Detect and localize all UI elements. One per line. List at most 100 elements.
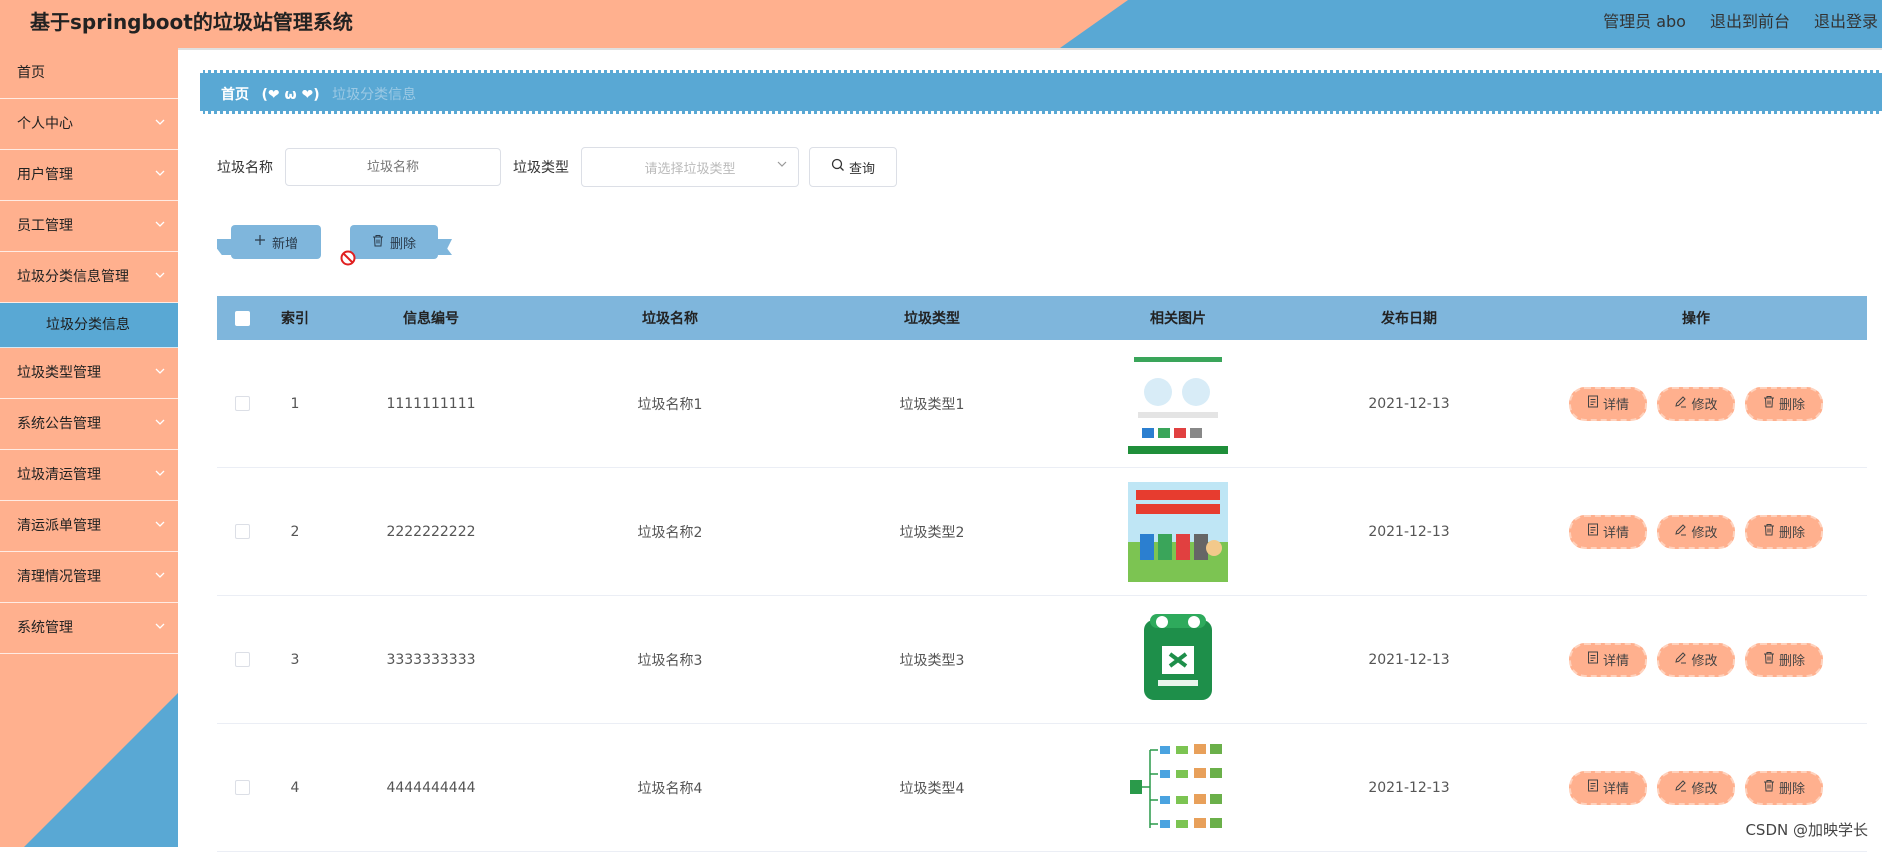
row-thumbnail <box>1128 481 1228 582</box>
cell-type: 垃圾类型4 <box>899 780 965 797</box>
sidebar-item[interactable]: 垃圾清运管理 <box>0 450 178 501</box>
query-button[interactable]: 查询 <box>809 147 897 187</box>
add-button-label: 新增 <box>271 236 298 252</box>
table-body: 1 1111111111 垃圾名称1 垃圾类型1 2021-12-13 详情 修改 删除 2 22… <box>217 340 1867 852</box>
batch-delete-label: 删除 <box>389 236 416 252</box>
column-header: 操作 <box>1682 311 1710 327</box>
table-row: 3 3333333333 垃圾名称3 垃圾类型3 2021-12-13 详情 修改 删除 <box>217 596 1867 724</box>
edit-label: 修改 <box>1691 782 1718 797</box>
cell-name: 垃圾名称4 <box>637 780 703 797</box>
sidebar-item[interactable]: 清理情况管理 <box>0 552 178 603</box>
sidebar-item-label: 系统管理 <box>17 620 73 636</box>
ribbon-tail <box>436 239 452 255</box>
sidebar-item[interactable]: 垃圾类型管理 <box>0 348 178 399</box>
cell-code: 1111111111 <box>386 395 476 412</box>
sidebar-item-label: 垃圾分类信息 <box>46 317 130 333</box>
detail-label: 详情 <box>1602 654 1629 669</box>
name-search-input[interactable] <box>285 148 501 186</box>
cell-name: 垃圾名称1 <box>637 396 703 413</box>
detail-button[interactable]: 详情 <box>1569 386 1647 421</box>
cell-code: 2222222222 <box>386 523 476 540</box>
sidebar-item[interactable]: 垃圾分类信息管理 <box>0 252 178 303</box>
sidebar: 首页 个人中心 用户管理员工管理垃圾分类信息管理垃圾分类信息垃圾类型管理 系统公告管理… <box>0 48 178 847</box>
cell-type: 垃圾类型2 <box>899 524 965 541</box>
trash-icon <box>1763 779 1775 796</box>
trash-icon <box>1763 651 1775 668</box>
detail-button[interactable]: 详情 <box>1569 514 1647 549</box>
pencil-icon <box>1674 651 1687 668</box>
cell-index: 1 <box>290 395 300 412</box>
add-button[interactable]: 新增 <box>217 225 335 259</box>
edit-button[interactable]: 修改 <box>1657 514 1735 549</box>
sidebar-item[interactable]: 用户管理 <box>0 150 178 201</box>
row-checkbox[interactable] <box>234 652 250 667</box>
detail-button[interactable]: 详情 <box>1569 770 1647 805</box>
sidebar-item-label: 员工管理 <box>17 218 73 234</box>
search-icon <box>831 158 845 176</box>
header-shadow <box>0 48 1882 50</box>
edit-label: 修改 <box>1691 398 1718 413</box>
delete-button[interactable]: 删除 <box>1745 770 1823 805</box>
row-checkbox[interactable] <box>234 524 250 539</box>
user-label: 管理员 abo <box>1603 12 1686 31</box>
breadcrumb: 首页 (❤ ω ❤) 垃圾分类信息 <box>200 70 1882 114</box>
trash-icon <box>1763 523 1775 540</box>
search-bar: 垃圾名称 垃圾类型 请选择垃圾类型 查询 <box>217 147 897 187</box>
delete-button[interactable]: 删除 <box>1745 386 1823 421</box>
sidebar-item[interactable]: 清运派单管理 <box>0 501 178 552</box>
type-field-label: 垃圾类型 <box>513 160 569 176</box>
chevron-down-icon <box>154 552 166 602</box>
sidebar-item-label: 垃圾分类信息管理 <box>17 269 129 285</box>
column-header: 相关图片 <box>1150 311 1206 327</box>
app-title: 基于springboot的垃圾站管理系统 <box>30 10 353 34</box>
pencil-icon <box>1674 395 1687 412</box>
select-all-checkbox[interactable] <box>234 310 250 326</box>
pencil-icon <box>1674 523 1687 540</box>
document-icon <box>1587 651 1599 668</box>
column-header: 发布日期 <box>1381 311 1437 327</box>
sidebar-subitem[interactable]: 垃圾分类信息 <box>0 303 178 348</box>
breadcrumb-home[interactable]: 首页 <box>221 87 249 103</box>
trash-icon <box>1763 395 1775 412</box>
cell-code: 4444444444 <box>386 779 476 796</box>
row-checkbox[interactable] <box>234 396 250 411</box>
sidebar-item[interactable]: 系统管理 <box>0 603 178 654</box>
edit-label: 修改 <box>1691 526 1718 541</box>
delete-button[interactable]: 删除 <box>1745 514 1823 549</box>
sidebar-item-label: 清运派单管理 <box>17 518 101 534</box>
watermark: CSDN @加映学长 <box>1745 821 1868 839</box>
edit-label: 修改 <box>1691 654 1718 669</box>
delete-label: 删除 <box>1778 782 1805 797</box>
sidebar-item[interactable]: 个人中心 <box>0 99 178 150</box>
sidebar-menu: 首页 个人中心 用户管理员工管理垃圾分类信息管理垃圾分类信息垃圾类型管理 系统公告管理… <box>0 48 178 654</box>
column-header: 信息编号 <box>403 311 459 327</box>
sidebar-item[interactable]: 首页 <box>0 48 178 99</box>
sidebar-item-label: 垃圾清运管理 <box>17 467 101 483</box>
table-row: 2 2222222222 垃圾名称2 垃圾类型2 2021-12-13 详情 修改 删除 <box>217 468 1867 596</box>
sidebar-item[interactable]: 员工管理 <box>0 201 178 252</box>
chevron-down-icon <box>154 450 166 500</box>
delete-button[interactable]: 删除 <box>1745 642 1823 677</box>
chevron-down-icon <box>154 399 166 449</box>
logout-link[interactable]: 退出登录 <box>1814 8 1878 32</box>
detail-button[interactable]: 详情 <box>1569 642 1647 677</box>
trash-icon <box>372 234 384 251</box>
chevron-down-icon <box>154 252 166 302</box>
type-select-placeholder: 请选择垃圾类型 <box>644 161 736 177</box>
row-thumbnail <box>1128 609 1228 710</box>
row-checkbox[interactable] <box>234 780 250 795</box>
query-button-label: 查询 <box>848 161 875 177</box>
edit-button[interactable]: 修改 <box>1657 770 1735 805</box>
table-row: 1 1111111111 垃圾名称1 垃圾类型1 2021-12-13 详情 修改 删除 <box>217 340 1867 468</box>
top-header: 基于springboot的垃圾站管理系统 管理员 abo 退出到前台 退出登录 <box>0 0 1882 48</box>
back-to-front-link[interactable]: 退出到前台 <box>1710 8 1790 32</box>
breadcrumb-decoration: (❤ ω ❤) <box>261 87 320 103</box>
edit-button[interactable]: 修改 <box>1657 642 1735 677</box>
chevron-down-icon <box>154 99 166 149</box>
edit-button[interactable]: 修改 <box>1657 386 1735 421</box>
sidebar-item[interactable]: 系统公告管理 <box>0 399 178 450</box>
chevron-down-icon <box>154 603 166 653</box>
document-icon <box>1587 779 1599 796</box>
breadcrumb-current: 垃圾分类信息 <box>332 87 417 103</box>
type-select[interactable]: 请选择垃圾类型 <box>581 147 799 187</box>
